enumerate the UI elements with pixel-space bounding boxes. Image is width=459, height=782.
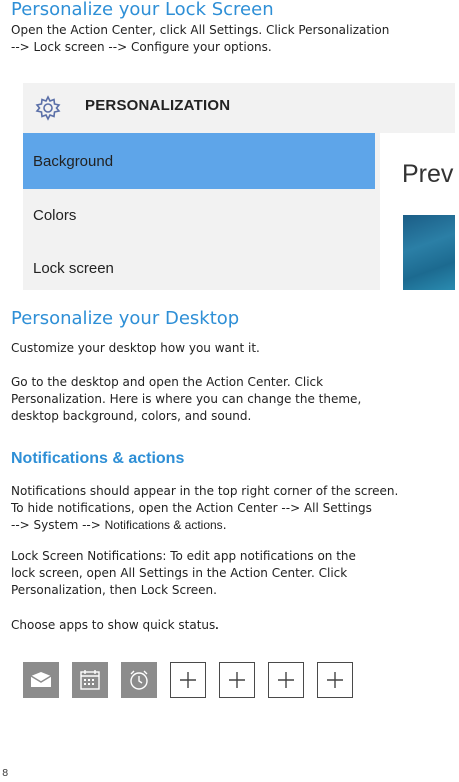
section-title-lock-screen: Personalize your Lock Screen (11, 0, 274, 20)
settings-screenshot: PERSONALIZATION Background Colors Lock s… (23, 83, 455, 290)
menu-item-colors[interactable]: Colors (23, 189, 375, 242)
notifications-text-end: . (222, 518, 227, 532)
quick-status-period: . (215, 618, 219, 632)
preview-label: Previ (402, 160, 455, 188)
section-title-notifications: Notifications & actions (11, 450, 185, 467)
plus-icon (278, 672, 294, 688)
screenshot-title: PERSONALIZATION (85, 97, 231, 114)
menu-item-lock-screen[interactable]: Lock screen (23, 242, 375, 290)
quick-status-tiles (23, 662, 366, 698)
quick-status-tile-add-1[interactable] (170, 662, 206, 698)
quick-status-instructions: Choose apps to show quick status. (11, 617, 459, 634)
desktop-instructions: Go to the desktop and open the Action Ce… (11, 375, 362, 423)
preview-pane: Previ (380, 133, 455, 290)
quick-status-tile-mail[interactable] (23, 662, 59, 698)
plus-icon (180, 672, 196, 688)
plus-icon (327, 672, 343, 688)
plus-icon (229, 672, 245, 688)
notifications-instructions: Notifications should appear in the top r… (11, 483, 459, 534)
section-title-desktop: Personalize your Desktop (11, 308, 240, 329)
preview-image (403, 215, 455, 290)
gear-icon (35, 95, 61, 121)
quick-status-text: Choose apps to show quick status (11, 618, 216, 632)
calendar-icon (80, 670, 100, 690)
screenshot-header: PERSONALIZATION (23, 83, 455, 133)
alarm-icon (130, 670, 148, 690)
settings-menu: Background Colors Lock screen (23, 133, 375, 290)
quick-status-tile-alarm[interactable] (121, 662, 157, 698)
menu-item-background[interactable]: Background (23, 133, 375, 189)
quick-status-tile-add-3[interactable] (268, 662, 304, 698)
mail-icon (30, 672, 52, 687)
notifications-setting-name: Notifications & actions (104, 518, 223, 532)
quick-status-tile-calendar[interactable] (72, 662, 108, 698)
desktop-intro: Customize your desktop how you want it. (11, 341, 260, 355)
page-number: 8 (2, 768, 9, 779)
quick-status-tile-add-2[interactable] (219, 662, 255, 698)
lock-screen-instructions: Open the Action Center, click All Settin… (11, 23, 390, 54)
quick-status-tile-add-4[interactable] (317, 662, 353, 698)
lock-screen-notifications: Lock Screen Notifications: To edit app n… (11, 549, 356, 597)
